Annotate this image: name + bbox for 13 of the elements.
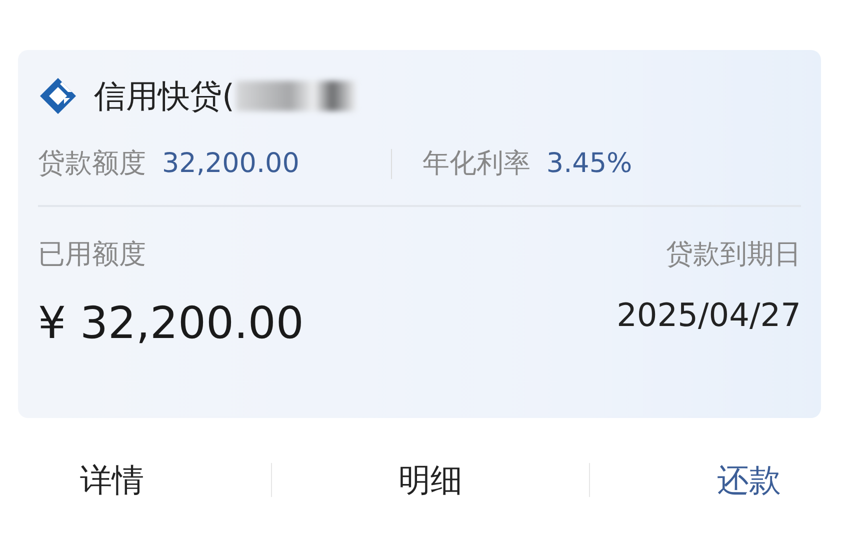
product-title: 信用快贷( — [94, 76, 234, 117]
field-label: 贷款到期日 — [666, 238, 801, 272]
field-label: 已用额度 — [38, 238, 146, 272]
action-button[interactable]: 还款 — [717, 456, 781, 504]
field-label: 贷款额度 — [38, 147, 146, 181]
field-value: 3.45% — [546, 147, 632, 181]
field-value: 32,200.00 — [162, 147, 300, 181]
bank-logo-icon — [38, 76, 78, 116]
amount-value: ¥ 32,200.00 — [38, 297, 304, 351]
action-button[interactable]: 详情 — [80, 456, 144, 504]
field-label: 年化利率 — [422, 147, 530, 181]
date-value: 2025/04/27 — [616, 295, 801, 336]
action-button[interactable]: 明细 — [398, 456, 462, 504]
